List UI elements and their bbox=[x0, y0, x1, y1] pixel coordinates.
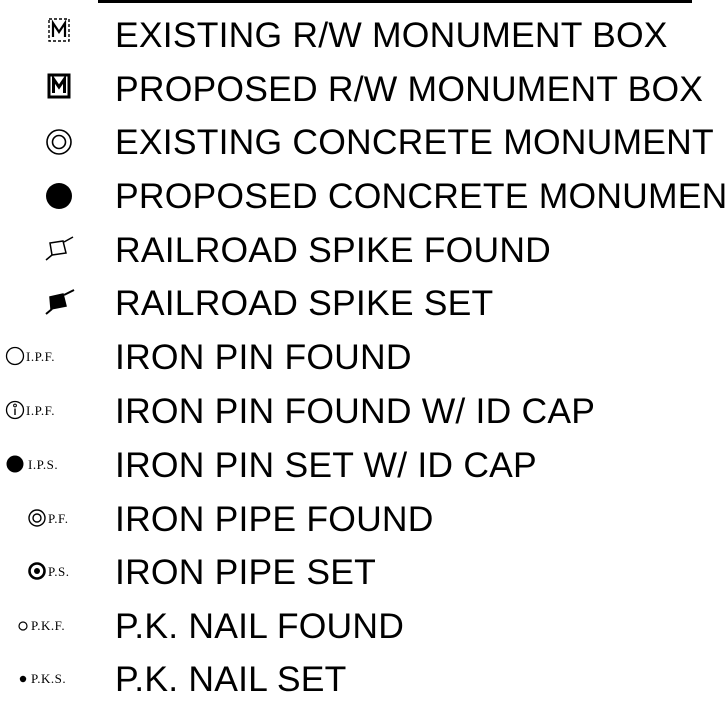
legend-label: EXISTING R/W MONUMENT BOX bbox=[115, 15, 668, 55]
legend-row-pk-nail-set: P.K.S. P.K. NAIL SET bbox=[0, 652, 726, 706]
legend-abbr: P.K.S. bbox=[31, 671, 66, 686]
legend-row-iron-pipe-set: P.S. IRON PIPE SET bbox=[0, 545, 726, 599]
legend-abbr: I.P.F. bbox=[26, 403, 55, 418]
legend-label: P.K. NAIL SET bbox=[115, 659, 347, 699]
legend-abbr: P.F. bbox=[48, 511, 68, 526]
legend-row-iron-pipe-found: P.F. IRON PIPE FOUND bbox=[0, 492, 726, 546]
legend-label: IRON PIN FOUND W/ ID CAP bbox=[115, 391, 596, 431]
legend-label: IRON PIPE FOUND bbox=[115, 499, 434, 539]
legend-label: PROPOSED R/W MONUMENT BOX bbox=[115, 69, 704, 109]
legend-row-iron-pin-found-id-cap: I.P.F. IRON PIN FOUND W/ ID CAP bbox=[0, 384, 726, 438]
legend-abbr: I.P.F. bbox=[26, 349, 55, 364]
legend-row-iron-pin-set-id-cap: I.P.S. IRON PIN SET W/ ID CAP bbox=[0, 438, 726, 492]
legend-row-existing-concrete-monument: EXISTING CONCRETE MONUMENT bbox=[0, 115, 726, 169]
legend-row-railroad-spike-found: RAILROAD SPIKE FOUND bbox=[0, 223, 726, 277]
legend-label: IRON PIPE SET bbox=[115, 552, 377, 592]
legend-abbr: P.S. bbox=[48, 564, 70, 579]
legend-label: EXISTING CONCRETE MONUMENT bbox=[115, 122, 714, 162]
legend-top-rule bbox=[98, 0, 692, 3]
legend-row-proposed-concrete-monument: PROPOSED CONCRETE MONUMENT bbox=[0, 169, 726, 223]
legend-label: P.K. NAIL FOUND bbox=[115, 606, 405, 646]
legend-label: RAILROAD SPIKE SET bbox=[115, 283, 494, 323]
legend-abbr: P.K.F. bbox=[31, 618, 65, 633]
legend-label: RAILROAD SPIKE FOUND bbox=[115, 230, 551, 270]
legend-label: PROPOSED CONCRETE MONUMENT bbox=[115, 176, 726, 216]
legend-abbr: I.P.S. bbox=[28, 457, 58, 472]
legend-row-pk-nail-found: P.K.F. P.K. NAIL FOUND bbox=[0, 599, 726, 653]
legend-row-railroad-spike-set: RAILROAD SPIKE SET bbox=[0, 276, 726, 330]
legend-row-iron-pin-found: I.P.F. IRON PIN FOUND bbox=[0, 330, 726, 384]
pk-nail-set-icon: P.K.S. bbox=[14, 666, 104, 720]
legend-label: IRON PIN FOUND bbox=[115, 337, 412, 377]
legend-row-existing-rw-monument-box: EXISTING R/W MONUMENT BOX bbox=[0, 8, 726, 62]
legend-label: IRON PIN SET W/ ID CAP bbox=[115, 445, 537, 485]
legend-row-proposed-rw-monument-box: PROPOSED R/W MONUMENT BOX bbox=[0, 62, 726, 116]
